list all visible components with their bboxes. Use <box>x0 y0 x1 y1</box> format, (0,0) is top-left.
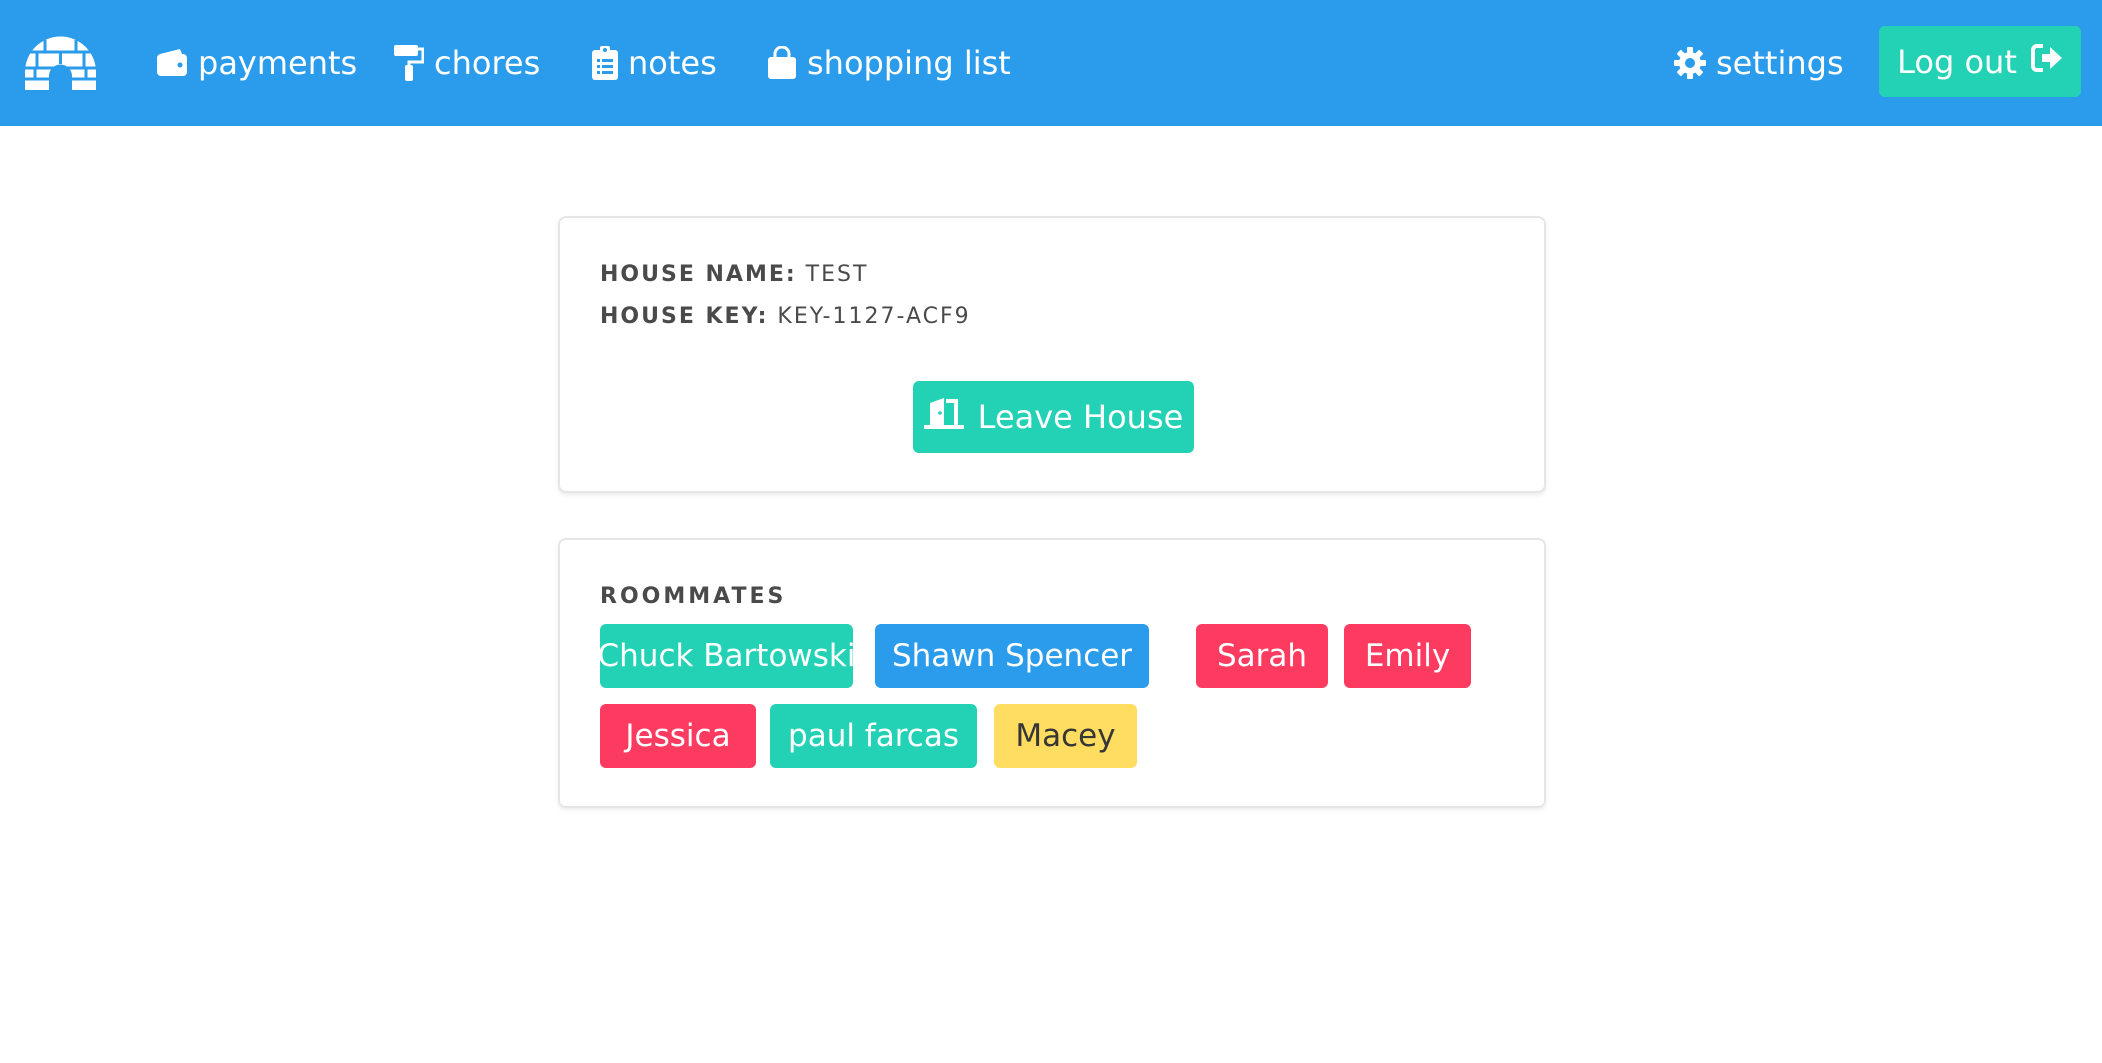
house-key-label: HOUSE KEY: <box>600 304 769 329</box>
paint-roller-icon <box>394 45 424 81</box>
house-name-value: TEST <box>805 262 869 287</box>
clipboard-list-icon <box>592 46 618 80</box>
nav-shopping-list-label: shopping list <box>807 44 1011 82</box>
roommates-title: ROOMMATES <box>600 584 787 609</box>
nav-payments[interactable]: payments <box>156 0 357 126</box>
nav-settings[interactable]: settings <box>1674 0 1844 126</box>
logout-button[interactable]: Log out <box>1879 26 2081 97</box>
roommate-tag: Macey <box>994 704 1137 768</box>
leave-house-button[interactable]: Leave House <box>913 381 1194 453</box>
house-key-value: KEY-1127-ACF9 <box>777 304 971 329</box>
roommate-tag: Emily <box>1344 624 1471 688</box>
nav-payments-label: payments <box>198 44 358 82</box>
house-info-card: HOUSE NAME: TEST HOUSE KEY: KEY-1127-ACF… <box>558 216 1546 493</box>
nav-chores-label: chores <box>434 44 541 82</box>
leave-house-label: Leave House <box>977 398 1184 436</box>
roommate-tag: Jessica <box>600 704 756 768</box>
top-navbar: payments chores notes shopping list sett… <box>0 0 2102 126</box>
sign-out-icon <box>2030 43 2063 81</box>
wallet-icon <box>156 48 188 78</box>
house-name-row: HOUSE NAME: TEST <box>600 262 868 287</box>
nav-chores[interactable]: chores <box>394 0 540 126</box>
door-open-icon <box>923 397 964 437</box>
nav-notes[interactable]: notes <box>592 0 717 126</box>
roommate-tag: Sarah <box>1196 624 1328 688</box>
house-key-row: HOUSE KEY: KEY-1127-ACF9 <box>600 304 971 329</box>
logout-label: Log out <box>1897 42 2017 81</box>
nav-notes-label: notes <box>628 44 717 82</box>
gear-icon <box>1674 47 1706 79</box>
roommates-card: ROOMMATES Chuck Bartowski Shawn Spencer … <box>558 538 1546 808</box>
nav-settings-label: settings <box>1716 44 1844 82</box>
roommate-tag: paul farcas <box>770 704 977 768</box>
roommate-tag: Chuck Bartowski <box>598 624 856 688</box>
nav-shopping-list[interactable]: shopping list <box>767 0 1011 126</box>
house-name-label: HOUSE NAME: <box>600 262 797 287</box>
igloo-icon[interactable] <box>23 32 98 92</box>
shopping-bag-icon <box>767 46 797 80</box>
roommate-tag: Shawn Spencer <box>875 624 1149 688</box>
